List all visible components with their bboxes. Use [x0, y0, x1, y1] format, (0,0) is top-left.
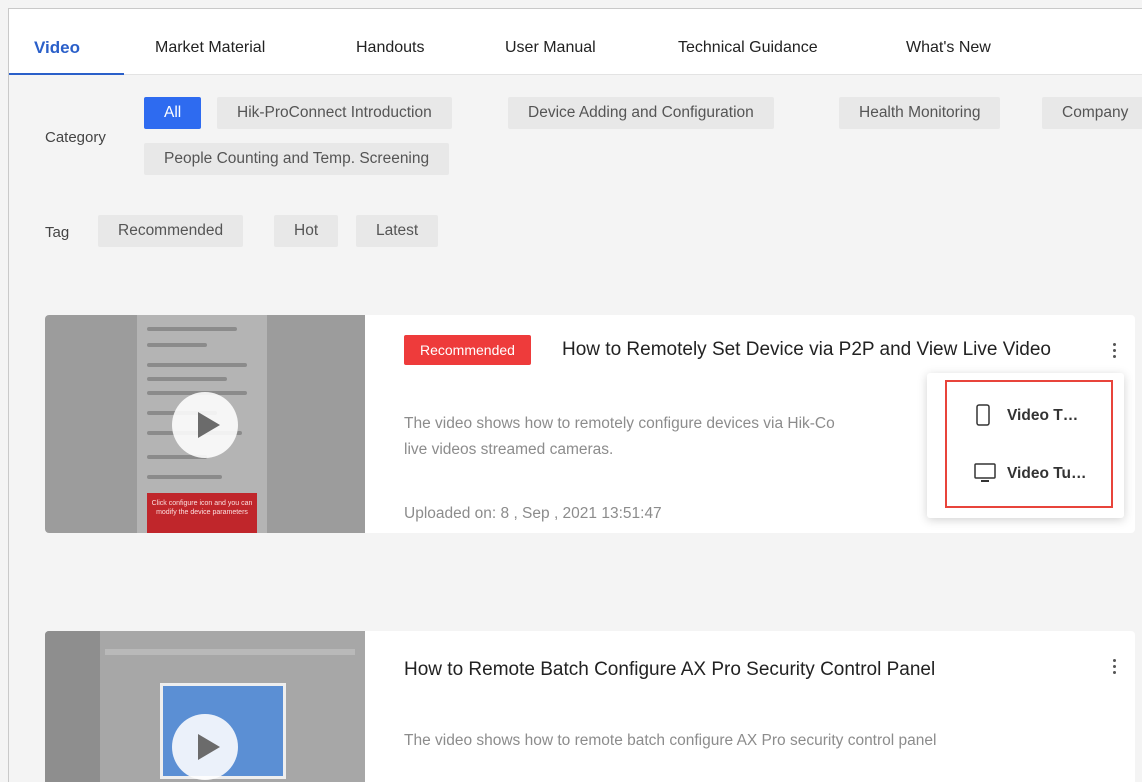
category-chip-people-counting[interactable]: People Counting and Temp. Screening: [144, 143, 450, 175]
menu-item-mobile-label[interactable]: Video T…: [1007, 407, 1078, 425]
more-options-icon[interactable]: [1108, 659, 1120, 677]
tag-chip-hot[interactable]: Hot: [274, 215, 339, 247]
category-chip-introduction[interactable]: Hik-ProConnect Introduction: [217, 97, 452, 129]
category-label: Category: [45, 129, 106, 146]
category-chip-device-adding[interactable]: Device Adding and Configuration: [508, 97, 774, 129]
category-chip-all[interactable]: All: [144, 97, 202, 129]
tab-user-manual[interactable]: User Manual: [505, 39, 596, 57]
resource-panel: Video Market Material Handouts User Manu…: [8, 8, 1142, 782]
active-tab-indicator: [9, 73, 124, 75]
video-thumbnail[interactable]: [45, 631, 365, 782]
menu-item-desktop-label[interactable]: Video Tu…: [1007, 465, 1087, 483]
upload-date: Uploaded on: 8 , Sep , 2021 13:51:47: [404, 505, 662, 522]
tab-video[interactable]: Video: [34, 38, 80, 58]
video-description-line-1: The video shows how to remotely configur…: [404, 415, 835, 432]
video-description-line-2: live videos streamed cameras.: [404, 441, 614, 458]
tag-label: Tag: [45, 224, 70, 241]
tab-whats-new[interactable]: What's New: [906, 39, 991, 57]
tab-bar: Video Market Material Handouts User Manu…: [9, 9, 1142, 75]
tag-chip-latest[interactable]: Latest: [356, 215, 439, 247]
share-context-menu: Video T… Video Tu…: [927, 373, 1124, 518]
thumbnail-callout: Click configure icon and you can modify …: [147, 493, 257, 533]
monitor-icon: [974, 463, 996, 482]
play-icon[interactable]: [172, 714, 238, 780]
category-chip-company[interactable]: Company: [1042, 97, 1142, 129]
more-options-icon[interactable]: [1108, 343, 1120, 361]
video-title[interactable]: How to Remote Batch Configure AX Pro Sec…: [404, 654, 935, 686]
video-card[interactable]: How to Remote Batch Configure AX Pro Sec…: [45, 631, 1135, 782]
video-thumbnail[interactable]: Click configure icon and you can modify …: [45, 315, 365, 533]
highlight-box: [945, 380, 1113, 508]
video-description: The video shows how to remote batch conf…: [404, 732, 937, 749]
tab-technical-guidance[interactable]: Technical Guidance: [678, 39, 818, 57]
tab-market-material[interactable]: Market Material: [155, 39, 265, 57]
category-chip-health-monitoring[interactable]: Health Monitoring: [839, 97, 1001, 129]
video-title[interactable]: How to Remotely Set Device via P2P and V…: [404, 334, 1094, 366]
mobile-icon: [976, 404, 990, 426]
thumbnail-sidebar: [45, 631, 100, 782]
tab-handouts[interactable]: Handouts: [356, 39, 425, 57]
tag-chip-recommended[interactable]: Recommended: [98, 215, 244, 247]
play-icon[interactable]: [172, 392, 238, 458]
